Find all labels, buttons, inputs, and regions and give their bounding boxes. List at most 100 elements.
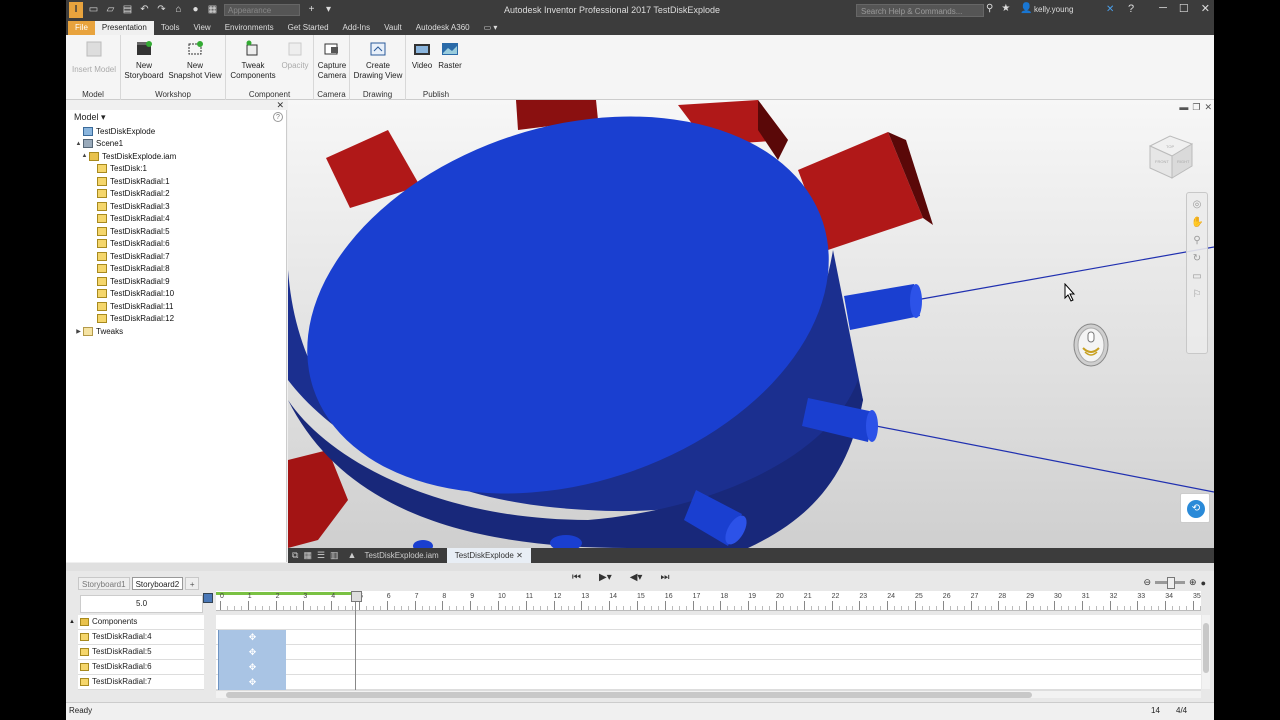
tab-get-started[interactable]: Get Started [281,21,336,35]
search-help-input[interactable]: Search Help & Commands... [856,4,984,17]
tweak-action-bar[interactable]: ✥ [218,645,286,660]
tree-node[interactable]: TestDisk:1 [88,163,147,175]
panel-splitter[interactable] [66,563,1214,571]
tree-node[interactable]: TestDiskRadial:9 [88,275,170,287]
playhead[interactable] [351,591,362,691]
save-icon[interactable]: ▤ [122,4,133,15]
create-drawing-view-button[interactable]: Create Drawing View [352,39,404,81]
close-icon[interactable]: ✕ [1204,102,1212,113]
scroll-thumb[interactable] [226,692,1032,698]
binoculars-icon[interactable]: ⚲ [986,3,993,14]
play-forward-icon[interactable]: ▶▾ [599,572,612,583]
look-at-icon[interactable]: ⚐ [1191,289,1203,301]
go-to-end-icon[interactable]: ⏭ [660,572,669,583]
tree-node[interactable]: ▶ Tweaks [74,325,123,337]
add-icon[interactable]: + [306,4,317,15]
minimize-icon[interactable]: ▬ [1179,102,1188,113]
video-button[interactable]: Video [409,39,435,71]
zoom-out-icon[interactable]: ⊖ [1143,577,1151,588]
expand-toggle-icon[interactable]: ▲ [69,615,75,629]
maximize-icon[interactable]: ☐ [1179,2,1189,15]
viewcube-icon[interactable]: FRONT RIGHT TOP [1140,130,1200,182]
capture-camera-button[interactable]: Capture Camera [315,39,349,81]
tweak-action-bar[interactable]: ✥ [218,660,286,675]
insert-model-button[interactable]: Insert Model [70,39,118,75]
calendar-icon[interactable] [203,593,213,603]
go-to-start-icon[interactable]: ⏮ [572,572,581,583]
tab-vault[interactable]: Vault [377,21,409,35]
tree-node[interactable]: TestDiskExplode [74,125,155,137]
tree-node[interactable]: TestDiskRadial:3 [88,200,170,212]
scroll-thumb[interactable] [1203,623,1209,673]
track-row[interactable]: TestDiskRadial:4 [78,630,204,645]
customize-icon[interactable]: ▾ [323,4,334,15]
close-icon[interactable]: ✕ [1201,2,1210,15]
raster-button[interactable]: Raster [436,39,464,71]
zoom-slider[interactable] [1155,577,1186,589]
pan-icon[interactable]: ✋ [1191,217,1203,229]
exchange-icon[interactable]: ✕ [1106,4,1114,15]
undo-icon[interactable]: ↶ [139,4,150,15]
tab-environments[interactable]: Environments [218,21,281,35]
tree-node[interactable]: TestDiskRadial:2 [88,188,170,200]
open-icon[interactable]: ▱ [105,4,116,15]
help-icon[interactable]: ? [1128,3,1134,15]
play-reverse-icon[interactable]: ◀▾ [630,572,643,583]
vertical-scrollbar[interactable] [1202,615,1210,689]
close-icon[interactable]: ✕ [516,551,523,560]
browser-model-dropdown[interactable]: Model ▾ [74,112,106,123]
share-view-button[interactable]: ⟲ [1180,493,1210,523]
expand-toggle-icon[interactable]: ▲ [80,153,89,159]
track-row[interactable]: TestDiskRadial:6 [78,660,204,675]
orbit-icon[interactable]: ↻ [1191,253,1203,265]
timeline-menu-icon[interactable]: ● [1201,578,1206,588]
new-snapshot-view-button[interactable]: New Snapshot View [167,39,223,81]
track-lane[interactable] [216,615,1201,630]
tab-testdiskexplode[interactable]: TestDiskExplode ✕ [446,548,531,563]
current-time-field[interactable]: 5.0 [80,595,203,613]
new-file-icon[interactable]: ▭ [88,4,99,15]
tree-node[interactable]: TestDiskRadial:10 [88,288,174,300]
redo-icon[interactable]: ↷ [156,4,167,15]
tweak-components-button[interactable]: Tweak Components [228,39,278,81]
tab-testdiskexplode-iam[interactable]: TestDiskExplode.iam [356,548,446,563]
tree-node[interactable]: TestDiskRadial:6 [88,238,170,250]
tree-node[interactable]: TestDiskRadial:12 [88,313,174,325]
material-icon[interactable]: ▦ [207,4,218,15]
home-icon[interactable]: ⌂ [173,4,184,15]
color-icon[interactable]: ● [190,4,201,15]
tab-autodesk-a360[interactable]: Autodesk A360 [409,21,477,35]
restore-icon[interactable]: ❐ [1192,102,1200,113]
help-icon[interactable]: ? [273,112,283,122]
tab-presentation[interactable]: Presentation [94,21,154,35]
app-logo-icon[interactable]: I [69,2,83,18]
tab-view[interactable]: View [187,21,218,35]
tree-node[interactable]: TestDiskRadial:7 [88,250,170,262]
new-storyboard-button[interactable]: New Storyboard [121,39,167,81]
expand-toggle-icon[interactable]: ▶ [74,328,83,335]
track-row[interactable]: ▲ Components [69,615,204,630]
close-icon[interactable]: ✕ [276,100,284,111]
tab-storyboard2[interactable]: Storyboard2 [131,577,184,590]
tree-node[interactable]: ▲ Scene1 [74,138,123,150]
cascade-icon[interactable]: ⧉ [292,550,298,561]
tweak-action-bar[interactable]: ✥ [218,675,286,690]
vertical-tile-icon[interactable]: ▥ [330,550,339,561]
tree-node[interactable]: TestDiskRadial:11 [88,300,173,312]
horizontal-scrollbar[interactable] [216,690,1201,698]
track-lane[interactable]: ✥ [216,630,1201,645]
tree-node[interactable]: TestDiskRadial:4 [88,213,170,225]
track-lane[interactable]: ✥ [216,660,1201,675]
track-lane[interactable]: ✥ [216,675,1201,690]
timeline-ruler[interactable]: 0123456789101112131415161718192021222324… [216,591,1201,611]
track-area[interactable]: ✥ ✥ ✥ ✥ [216,615,1201,690]
opacity-button[interactable]: Opacity [278,39,312,71]
star-icon[interactable]: ★ [1001,3,1010,14]
zoom-icon[interactable]: ⚲ [1191,235,1203,247]
track-row[interactable]: TestDiskRadial:7 [78,675,204,690]
appearance-dropdown[interactable]: Appearance [224,4,300,16]
expand-toggle-icon[interactable]: ▲ [74,141,83,147]
user-icon[interactable]: 👤 [1020,3,1032,14]
track-row[interactable]: TestDiskRadial:5 [78,645,204,660]
tree-node[interactable]: ▲ TestDiskExplode.iam [80,150,176,162]
